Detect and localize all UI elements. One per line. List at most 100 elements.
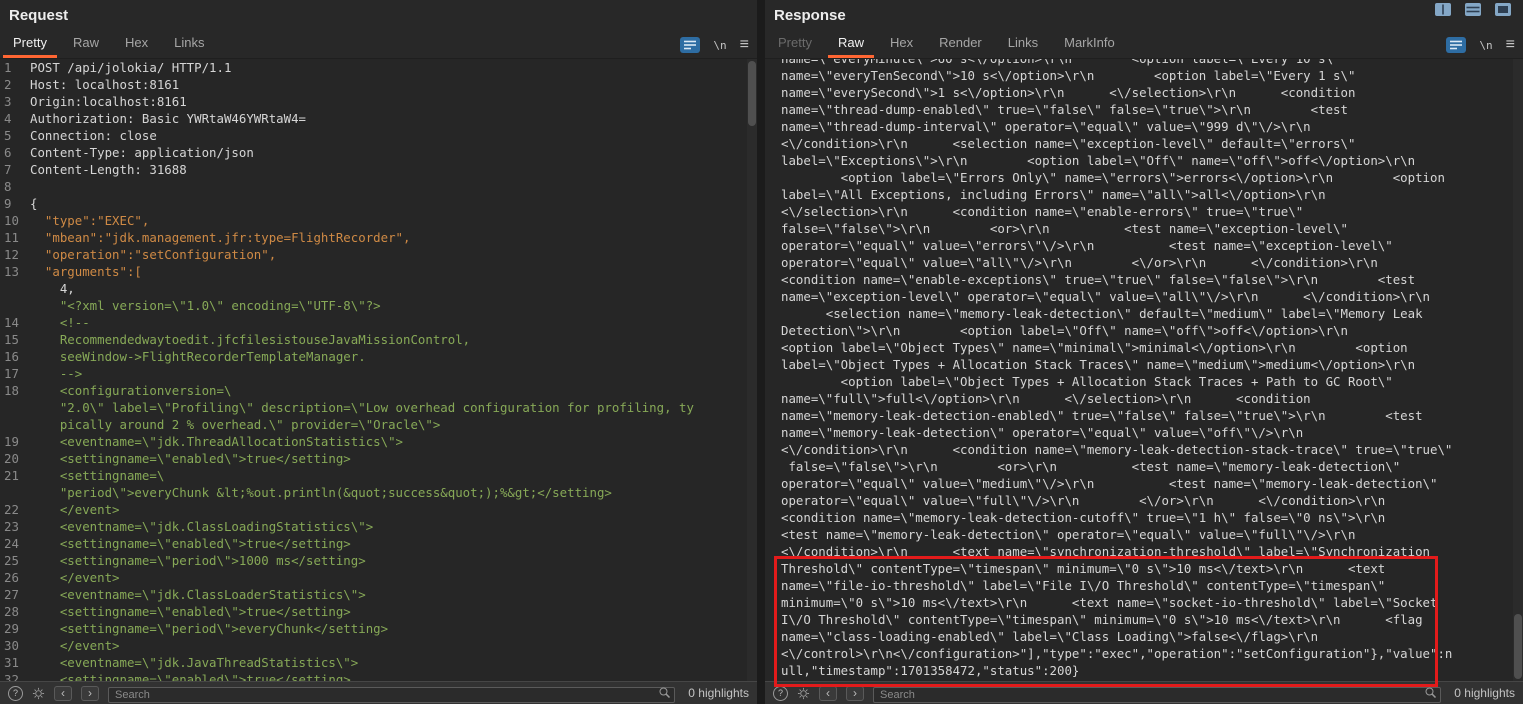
code-line: 4Authorization: Basic YWRtaW46YWRtaW4= [4, 110, 757, 127]
layout-maximize-icon[interactable] [1495, 3, 1511, 16]
code-line: name=\"thread-dump-interval\" operator=\… [781, 118, 1523, 135]
tab-render[interactable]: Render [926, 30, 995, 58]
line-number: 12 [4, 246, 30, 263]
code-line: 1POST /api/jolokia/ HTTP/1.1 [4, 59, 757, 76]
response-panel: Response PrettyRawHexRenderLinksMarkInfo… [765, 0, 1523, 704]
code-line: 6Content-Type: application/json [4, 144, 757, 161]
response-panel-title: Response [774, 7, 846, 24]
code-line: 31 <eventname=\"jdk.JavaThreadStatistics… [4, 654, 757, 671]
code-line: <selection name=\"memory-leak-detection\… [781, 305, 1523, 322]
code-line: <condition name=\"memory-leak-detection-… [781, 509, 1523, 526]
code-line: 25 <settingname=\"period\">1000 ms</sett… [4, 552, 757, 569]
code-line: name=\"memory-leak-detection\" operator=… [781, 424, 1523, 441]
line-number: 26 [4, 569, 30, 586]
search-input[interactable] [873, 687, 1441, 703]
code-line: 11 "mbean":"jdk.management.jfr:type=Flig… [4, 229, 757, 246]
next-match-button[interactable]: › [846, 686, 864, 701]
code-line: 23 <eventname=\"jdk.ClassLoadingStatisti… [4, 518, 757, 535]
tab-links[interactable]: Links [995, 30, 1051, 58]
line-number: 23 [4, 518, 30, 535]
tab-hex[interactable]: Hex [877, 30, 926, 58]
code-line: I\/O Threshold\" contentType=\"timespan\… [781, 611, 1523, 628]
tab-pretty[interactable]: Pretty [0, 30, 60, 58]
line-number: 19 [4, 433, 30, 450]
code-line: 19 <eventname=\"jdk.ThreadAllocationStat… [4, 433, 757, 450]
line-number: 20 [4, 450, 30, 467]
wrap-lines-icon[interactable] [680, 37, 700, 53]
code-line: <option label=\"Errors Only\" name=\"err… [781, 169, 1523, 186]
code-line: 18 <configurationversion=\ [4, 382, 757, 399]
code-line: <option label=\"Object Types\" name=\"mi… [781, 339, 1523, 356]
tab-links[interactable]: Links [161, 30, 217, 58]
line-number: 16 [4, 348, 30, 365]
editor-menu-icon[interactable]: ≡ [740, 39, 749, 51]
tab-pretty[interactable]: Pretty [765, 30, 825, 58]
request-search-bar: ? ‹ › 0 highlights [0, 681, 757, 704]
search-settings-gear-icon[interactable] [797, 687, 810, 700]
line-number: 5 [4, 127, 30, 144]
code-line: name=\"class-loading-enabled\" label=\"C… [781, 628, 1523, 645]
code-line: 7Content-Length: 31688 [4, 161, 757, 178]
editor-menu-icon[interactable]: ≡ [1506, 39, 1515, 51]
tab-markinfo[interactable]: MarkInfo [1051, 30, 1128, 58]
response-code: name=\"everyMinute\">60 s<\/option>\r\n … [765, 59, 1523, 679]
code-line: 21 <settingname=\ [4, 467, 757, 484]
code-line: <\/condition>\r\n <condition name=\"memo… [781, 441, 1523, 458]
help-icon[interactable]: ? [8, 686, 23, 701]
line-number: 30 [4, 637, 30, 654]
search-icon [1424, 686, 1437, 704]
line-number: 29 [4, 620, 30, 637]
code-line: 16 seeWindow->FlightRecorderTemplateMana… [4, 348, 757, 365]
layout-rows-icon[interactable] [1465, 3, 1481, 16]
next-match-button[interactable]: › [81, 686, 99, 701]
tab-raw[interactable]: Raw [60, 30, 112, 58]
prev-match-button[interactable]: ‹ [54, 686, 72, 701]
code-line: 12 "operation":"setConfiguration", [4, 246, 757, 263]
line-number: 17 [4, 365, 30, 382]
code-line: <option label=\"Object Types + Allocatio… [781, 373, 1523, 390]
code-line: name=\"everySecond\">1 s<\/option>\r\n <… [781, 84, 1523, 101]
response-header: Response [765, 0, 1523, 30]
response-editor[interactable]: name=\"everyMinute\">60 s<\/option>\r\n … [765, 59, 1523, 681]
layout-columns-icon[interactable] [1435, 3, 1451, 16]
line-number: 6 [4, 144, 30, 161]
show-newlines-icon[interactable]: \n [1479, 39, 1492, 52]
request-editor[interactable]: 1POST /api/jolokia/ HTTP/1.12Host: local… [0, 59, 757, 681]
search-icon [658, 686, 671, 704]
request-searchbox [108, 685, 675, 701]
line-number: 9 [4, 195, 30, 212]
request-panel: Request PrettyRawHexLinks \n ≡ 1POST /ap… [0, 0, 757, 704]
help-icon[interactable]: ? [773, 686, 788, 701]
response-tabbar: PrettyRawHexRenderLinksMarkInfo \n ≡ [765, 30, 1523, 59]
search-input[interactable] [108, 687, 675, 703]
code-line: <\/selection>\r\n <condition name=\"enab… [781, 203, 1523, 220]
line-number: 25 [4, 552, 30, 569]
line-number: 7 [4, 161, 30, 178]
panel-splitter[interactable] [757, 0, 765, 704]
line-number: 31 [4, 654, 30, 671]
response-search-bar: ? ‹ › 0 highlights [765, 681, 1523, 704]
code-line: 30 </event> [4, 637, 757, 654]
prev-match-button[interactable]: ‹ [819, 686, 837, 701]
line-number: 8 [4, 178, 30, 195]
tab-hex[interactable]: Hex [112, 30, 161, 58]
repeater-view: Request PrettyRawHexLinks \n ≡ 1POST /ap… [0, 0, 1523, 704]
line-number: 22 [4, 501, 30, 518]
line-number: 1 [4, 59, 30, 76]
code-line: 4, [4, 280, 757, 297]
code-line: Threshold\" contentType=\"timespan\" min… [781, 560, 1523, 577]
line-number: 21 [4, 467, 30, 484]
tab-raw[interactable]: Raw [825, 30, 877, 58]
code-line: name=\"everyTenSecond\">10 s<\/option>\r… [781, 67, 1523, 84]
show-newlines-icon[interactable]: \n [713, 39, 726, 52]
response-scrollbar[interactable] [1513, 59, 1523, 681]
code-line: 10 "type":"EXEC", [4, 212, 757, 229]
line-number: 10 [4, 212, 30, 229]
wrap-lines-icon[interactable] [1446, 37, 1466, 53]
line-number: 18 [4, 382, 30, 399]
search-settings-gear-icon[interactable] [32, 687, 45, 700]
line-number: 13 [4, 263, 30, 280]
request-scrollbar[interactable] [747, 59, 757, 681]
code-line: 22 </event> [4, 501, 757, 518]
code-line: pically around 2 % overhead.\" provider=… [4, 416, 757, 433]
